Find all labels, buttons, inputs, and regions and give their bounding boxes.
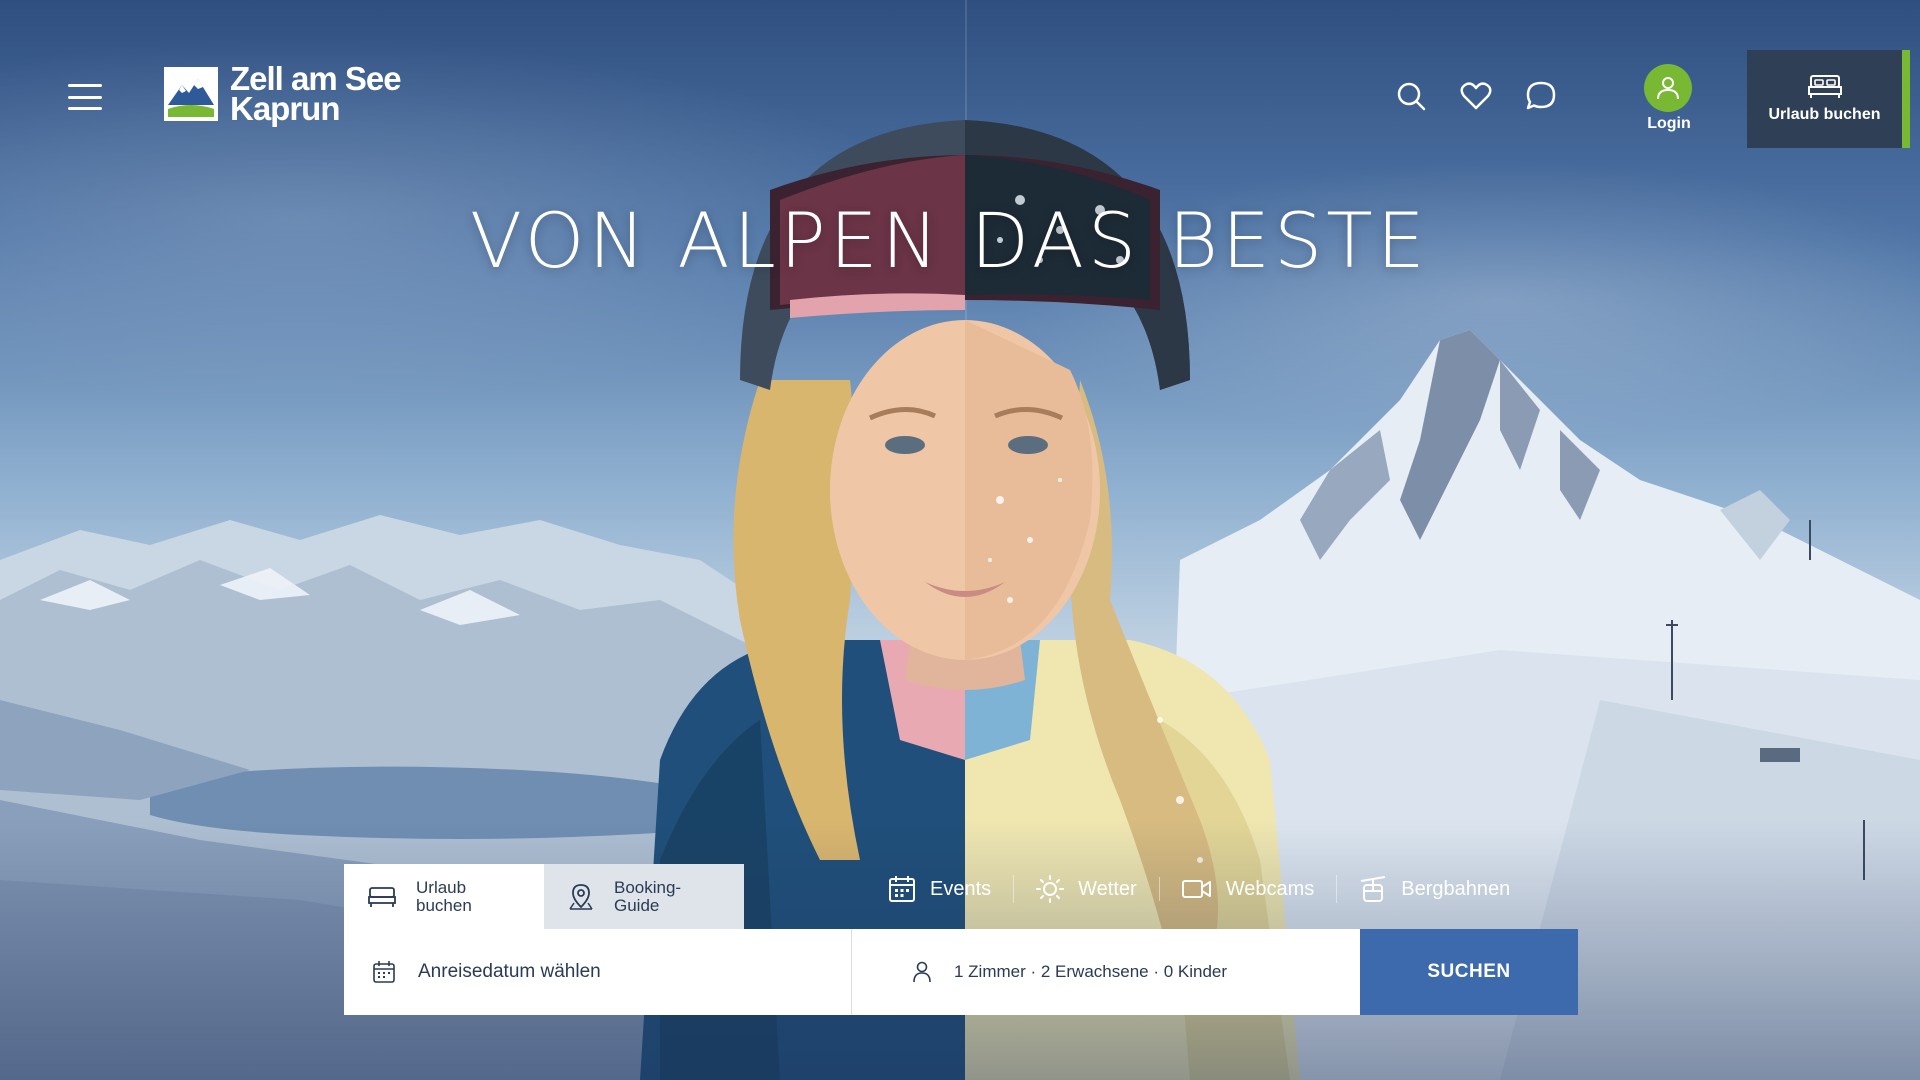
login-button[interactable]: Login [1644, 64, 1694, 133]
quicklink-label: Wetter [1078, 877, 1137, 900]
tab-booking-guide[interactable]: Booking- Guide [544, 864, 744, 929]
gondola-icon [1361, 876, 1386, 902]
quicklink-label: Events [930, 877, 992, 900]
search-button[interactable]: SUCHEN [1360, 929, 1578, 1015]
booking-search-bar: Anreisedatum wählen 1 Zimmer · 2 Erwachs… [344, 929, 1578, 1015]
calendar-icon [373, 961, 395, 983]
user-icon [1657, 77, 1679, 100]
guests-value: 1 Zimmer · 2 Erwachsene · 0 Kinder [954, 962, 1228, 981]
quick-links: Events Wetter Webcams Bergbahnen [888, 874, 1532, 904]
tab-label: Urlaub buchen [416, 877, 472, 915]
quicklink-webcams[interactable]: Webcams [1158, 877, 1337, 901]
header-icon-group [1395, 80, 1557, 112]
quicklink-label: Bergbahnen [1401, 877, 1511, 900]
video-camera-icon [1181, 880, 1211, 898]
book-vacation-label: Urlaub buchen [1768, 106, 1881, 123]
heart-icon[interactable] [1460, 80, 1492, 112]
user-avatar [1644, 64, 1692, 112]
logo-wordmark: Zell am See Kaprun [230, 62, 402, 127]
person-icon [913, 961, 931, 983]
tab-urlaub-buchen[interactable]: Urlaub buchen [344, 864, 544, 929]
map-pin-icon [569, 883, 593, 910]
arrival-date-placeholder: Anreisedatum wählen [418, 961, 601, 982]
booking-tabs: Urlaub buchen Booking- Guide [344, 864, 744, 929]
mountain-logo-icon [164, 67, 218, 121]
hero-background [0, 0, 1920, 1080]
bed-icon [1807, 75, 1842, 98]
hero-headline: VON ALPEN DAS BESTE [470, 196, 1429, 285]
sun-icon [1036, 875, 1065, 903]
logo-line-2: Kaprun [230, 90, 340, 127]
chat-bubble-icon[interactable] [1525, 80, 1557, 112]
bed-icon [368, 886, 396, 907]
login-label: Login [1647, 115, 1691, 132]
menu-icon[interactable] [68, 84, 102, 110]
quicklink-wetter[interactable]: Wetter [1013, 875, 1159, 903]
quicklink-events[interactable]: Events [888, 875, 1013, 903]
quicklink-label: Webcams [1225, 877, 1315, 900]
search-icon[interactable] [1395, 80, 1427, 112]
tab-label: Booking- Guide [614, 877, 682, 915]
calendar-icon [889, 876, 915, 902]
quicklink-bergbahnen[interactable]: Bergbahnen [1336, 875, 1532, 903]
guests-selector[interactable]: 1 Zimmer · 2 Erwachsene · 0 Kinder [852, 929, 1360, 1015]
arrival-date-field[interactable]: Anreisedatum wählen [344, 929, 852, 1015]
book-vacation-button[interactable]: Urlaub buchen [1747, 50, 1910, 148]
site-logo[interactable]: Zell am See Kaprun [162, 62, 402, 127]
